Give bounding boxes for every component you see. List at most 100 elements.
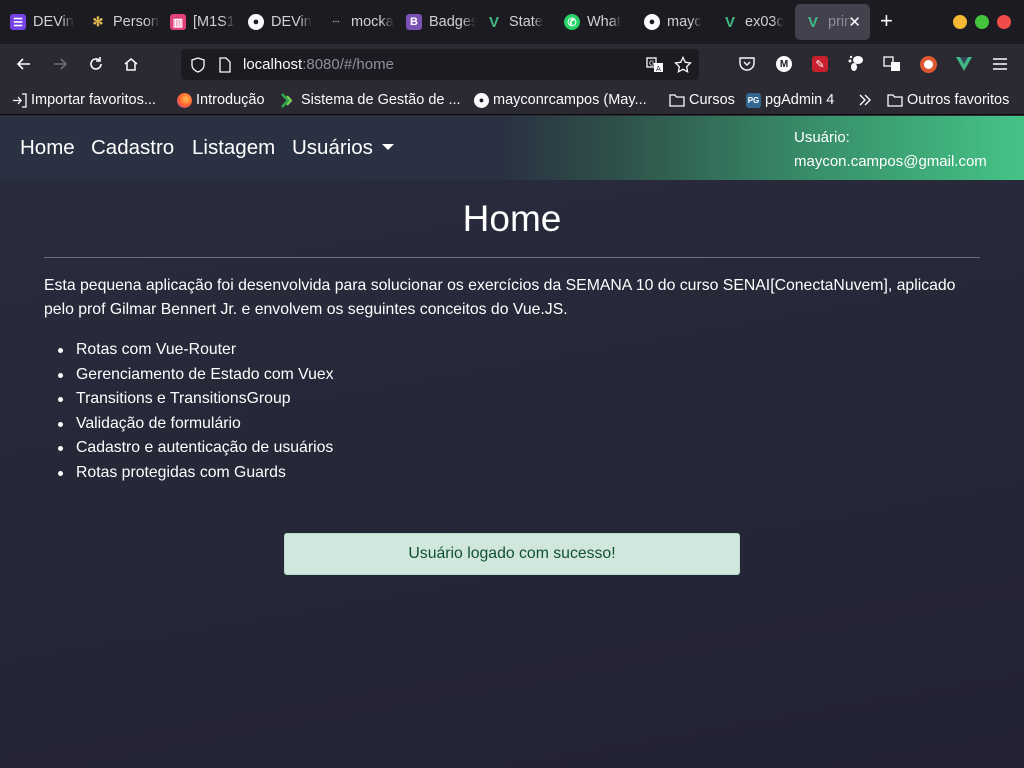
bookmark-item[interactable]: ● mayconrcampos (May... [474,90,647,110]
list-item: Rotas protegidas com Guards [58,461,334,486]
maximize-window-button[interactable] [975,15,989,29]
browser-tab[interactable]: ● mayc [634,4,712,40]
bookmark-item[interactable]: PG pgAdmin 4 [746,90,834,110]
pocket-icon[interactable] [738,55,756,73]
svg-text:G: G [649,60,654,68]
bookmark-star-icon[interactable] [674,56,692,74]
m-extension-icon[interactable]: M [775,55,793,73]
list-item: Validação de formulário [58,412,334,437]
wand-extension-icon[interactable]: ✎ [811,55,829,73]
board-icon: ▥ [170,14,186,30]
bootstrap-icon: B [406,14,422,30]
caret-down-icon [381,143,394,150]
page-content: Home Cadastro Listagem Usuários Usuário:… [0,116,1024,768]
browser-tab[interactable]: V ex03c [712,4,794,40]
list-item: Gerenciamento de Estado com Vuex [58,363,334,388]
import-icon [13,92,27,108]
features-list: Rotas com Vue-Router Gerenciamento de Es… [58,338,334,486]
url-bar[interactable]: localhost:8080/#/home GA [181,49,699,80]
nav-dropdown-label: Usuários [292,136,373,159]
shield-icon[interactable] [189,56,207,74]
tab-title: Badges [429,14,476,30]
folder-icon [669,94,685,107]
svg-text:A: A [656,65,661,73]
vue-icon: V [488,13,499,31]
navigation-toolbar: localhost:8080/#/home GA M ✎ [0,44,1024,85]
atom-icon: ✻ [92,14,104,29]
folder-icon [887,94,903,107]
github-icon: ● [248,14,264,30]
bookmark-label: Importar favoritos... [31,92,156,108]
back-icon[interactable] [12,52,36,76]
tab-title: mocka [351,14,394,30]
page-title: Home [462,198,562,239]
github-icon: ● [474,92,489,108]
browser-tab[interactable]: V State [476,4,554,40]
bookmark-item[interactable]: Sistema de Gestão de ... [280,90,461,110]
other-bookmarks-folder[interactable]: Outros favoritos [887,90,1009,110]
success-alert: Usuário logado com sucesso! [284,533,740,575]
browser-tab[interactable]: ✻ Personal [80,4,160,40]
close-window-button[interactable] [997,15,1011,29]
tab-title: Personal [113,14,160,30]
vue-icon: V [807,13,818,31]
nav-link-listagem[interactable]: Listagem [192,136,275,160]
bookmark-label: pgAdmin 4 [765,92,835,108]
gnome-extension-icon[interactable] [847,55,865,73]
bookmark-item[interactable]: Introdução [177,90,265,110]
bookmarks-toolbar: Importar favoritos... Introdução Sistema… [0,85,1024,115]
tab-title: State [509,14,543,30]
url-text[interactable]: localhost:8080/#/home [243,56,394,73]
page-icon[interactable] [216,56,234,74]
nav-dropdown-usuarios[interactable]: Usuários [292,136,394,160]
url-path: :8080/#/home [302,56,394,73]
vue-icon: V [724,13,735,31]
github-icon: ● [644,14,660,30]
tab-strip: ☰ DEVin ✻ Personal ▥ [M1S1 ● DEVin ⋯ moc… [0,0,1024,44]
translate-icon[interactable]: GA [646,56,664,74]
reload-icon[interactable] [84,52,108,76]
bookmark-label: Introdução [196,92,265,108]
title-divider [44,257,980,258]
nav-link-home[interactable]: Home [20,136,75,160]
browser-tab-active[interactable]: V prin ✕ [795,4,870,40]
list-item: Transitions e TransitionsGroup [58,387,334,412]
tab-title: ex03c [745,14,784,30]
tab-title: DEVin [271,14,312,30]
tab-title: [M1S1 [193,14,235,30]
vue-devtools-icon[interactable] [955,55,973,73]
browser-tab[interactable]: ☰ DEVin [0,4,82,40]
close-tab-icon[interactable]: ✕ [848,13,861,31]
user-info: Usuário: maycon.campos@gmail.com [794,126,987,174]
api-icon: ⋯ [332,18,340,26]
tab-title: DEVin [33,14,74,30]
url-host: localhost [243,56,303,73]
forward-icon[interactable] [48,52,72,76]
browser-tab[interactable]: ⋯ mocka [318,4,396,40]
browser-tab[interactable]: ▥ [M1S1 [160,4,238,40]
browser-tab[interactable]: ✆ What [554,4,634,40]
translate-extension-icon[interactable] [883,55,901,73]
chevrons-icon [281,92,293,108]
tab-title: What [587,14,621,30]
bookmark-label: Sistema de Gestão de ... [301,92,461,108]
minimize-window-button[interactable] [953,15,967,29]
new-tab-icon[interactable]: + [880,10,893,32]
nav-link-cadastro[interactable]: Cadastro [91,136,174,160]
browser-tab[interactable]: ● DEVin [238,4,318,40]
app-navbar: Home Cadastro Listagem Usuários Usuário:… [0,116,1024,180]
list-item: Rotas com Vue-Router [58,338,334,363]
bookmark-label: Outros favoritos [907,92,1010,108]
bookmark-label: Cursos [689,92,735,108]
more-bookmarks-icon[interactable] [858,90,872,110]
duckduckgo-icon[interactable] [919,55,937,73]
pgadmin-icon: PG [746,92,761,108]
bookmark-label: mayconrcampos (May... [493,92,647,108]
bookmark-folder[interactable]: Cursos [669,90,735,110]
home-icon[interactable] [119,52,143,76]
tab-title: mayc [667,14,702,30]
menu-icon[interactable] [991,55,1009,73]
user-email: maycon.campos@gmail.com [794,153,987,170]
bookmark-item[interactable]: Importar favoritos... [12,90,156,110]
browser-tab[interactable]: B Badges [396,4,476,40]
